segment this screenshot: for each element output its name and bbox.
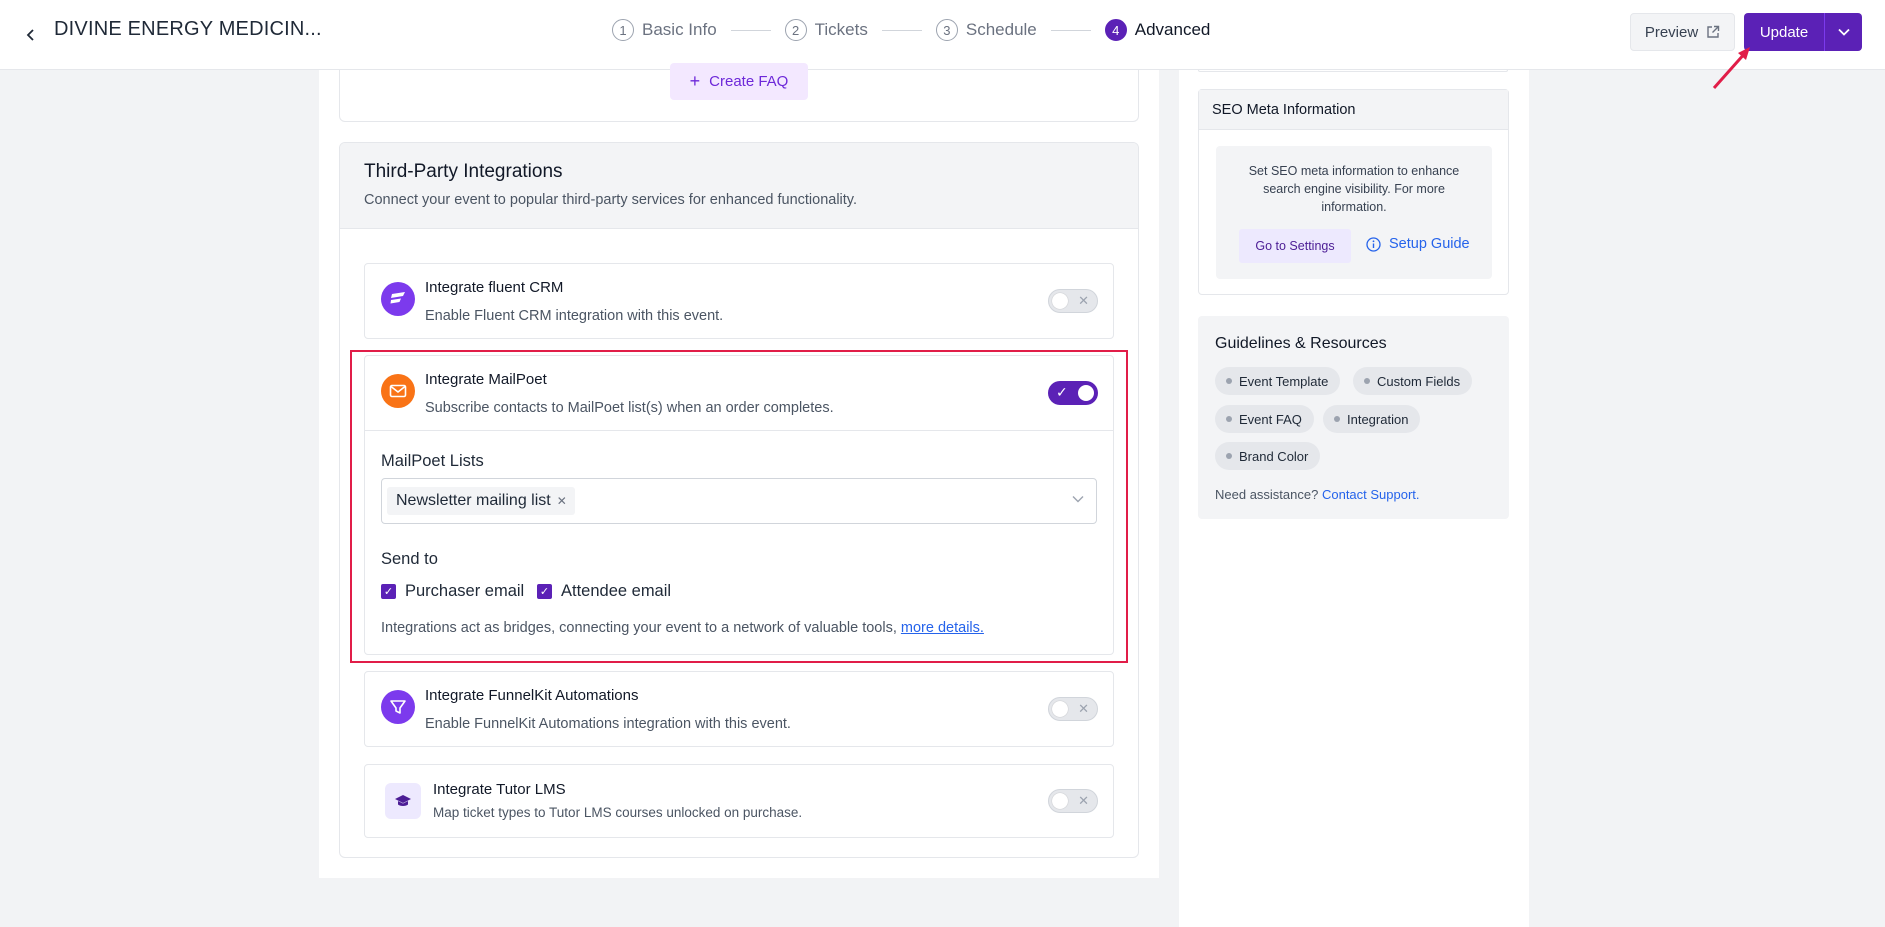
step-label: Advanced [1134,20,1211,39]
chip-custom-fields[interactable]: Custom Fields [1353,367,1473,395]
close-icon: ✕ [1078,293,1089,308]
chip-label: Event FAQ [1239,411,1302,427]
tutor-lms-toggle[interactable]: ✕ [1048,789,1098,813]
chip-label: Integration [1347,411,1409,427]
step-connector [881,29,922,31]
seo-meta-card: SEO Meta Information Set SEO meta inform… [1198,89,1509,295]
close-icon: ✕ [1078,701,1089,716]
step-number: 3 [935,19,958,41]
contact-support-link[interactable]: Contact Support. [1322,487,1420,502]
assistance-text: Need assistance? Contact Support. [1215,487,1420,502]
chip-integration[interactable]: Integration [1323,405,1421,433]
chip-label: Brand Color [1239,448,1309,464]
event-title: DIVINE ENERGY MEDICIN... [54,18,322,40]
chip-event-faq[interactable]: Event FAQ [1215,405,1314,433]
integrations-subtitle: Connect your event to popular third-part… [364,192,857,208]
update-button-group: Update [1744,13,1862,51]
toggle-knob [1052,793,1068,809]
dot-icon [1364,378,1370,384]
integration-funnelkit: Integrate FunnelKit Automations Enable F… [364,671,1114,747]
chip-brand-color[interactable]: Brand Color [1215,442,1321,470]
plus-icon: + [689,71,701,91]
fluent-crm-title: Integrate fluent CRM [425,279,564,296]
integration-fluent-crm: Integrate fluent CRM Enable Fluent CRM i… [364,263,1114,339]
setup-guide-label: Setup Guide [1389,236,1470,252]
back-arrow-icon[interactable] [16,20,46,50]
funnelkit-toggle[interactable]: ✕ [1048,697,1098,721]
close-icon: ✕ [1078,793,1089,808]
tutor-lms-desc: Map ticket types to Tutor LMS courses un… [433,805,803,820]
integrations-header: Third-Party Integrations Connect your ev… [340,143,1138,229]
fluent-crm-desc: Enable Fluent CRM integration with this … [425,308,724,324]
dot-icon [1226,453,1232,459]
step-label: Tickets [814,20,868,39]
step-number: 4 [1104,19,1127,41]
integration-tutor-lms: Integrate Tutor LMS Map ticket types to … [364,764,1114,838]
fluent-crm-toggle[interactable]: ✕ [1048,289,1098,313]
create-faq-label: Create FAQ [709,73,789,90]
funnelkit-title: Integrate FunnelKit Automations [425,687,639,704]
step-advanced[interactable]: 4 Advanced [1104,19,1211,41]
graduation-cap-icon [385,783,421,819]
setup-guide-link[interactable]: Setup Guide [1366,236,1470,252]
seo-meta-title: SEO Meta Information [1199,90,1508,130]
update-dropdown-button[interactable] [1824,13,1862,51]
chip-label: Event Template [1239,373,1329,389]
seo-meta-body: Set SEO meta information to enhance sear… [1216,146,1492,279]
step-schedule[interactable]: 3 Schedule [935,19,1037,41]
step-number: 1 [612,19,634,41]
fluent-crm-icon [381,282,415,316]
dot-icon [1226,378,1232,384]
seo-meta-text: Set SEO meta information to enhance sear… [1248,164,1460,214]
integrations-title: Third-Party Integrations [364,161,563,182]
dot-icon [1334,416,1340,422]
info-icon [1366,236,1381,252]
dot-icon [1226,416,1232,422]
guidelines-card: Guidelines & Resources Event Template Cu… [1198,316,1509,519]
chip-event-template[interactable]: Event Template [1215,367,1341,395]
step-label: Basic Info [642,20,717,39]
guidelines-title: Guidelines & Resources [1215,335,1387,352]
annotation-arrow [1712,47,1750,89]
toggle-knob [1052,293,1068,309]
create-faq-button[interactable]: + Create FAQ [670,63,808,100]
step-basic-info[interactable]: 1 Basic Info [612,19,717,41]
preview-label: Preview [1644,23,1699,41]
step-number: 2 [784,19,807,41]
top-bar: DIVINE ENERGY MEDICIN... 1 Basic Info 2 … [0,0,1885,70]
assist-label: Need assistance? [1215,487,1319,502]
step-wizard: 1 Basic Info 2 Tickets 3 Schedule 4 Adva… [612,19,1210,41]
step-connector [730,29,771,31]
sidebar-card-bottom [1198,70,1508,72]
highlight-box [350,350,1128,663]
go-to-settings-button[interactable]: Go to Settings [1239,229,1351,263]
funnel-icon [381,690,415,724]
chevron-down-icon [1837,28,1850,36]
toggle-knob [1052,701,1068,717]
step-label: Schedule [965,20,1037,39]
step-connector [1050,29,1091,31]
step-tickets[interactable]: 2 Tickets [784,19,868,41]
external-link-icon [1707,25,1720,38]
funnelkit-desc: Enable FunnelKit Automations integration… [425,716,791,732]
tutor-lms-title: Integrate Tutor LMS [433,781,566,798]
chip-label: Custom Fields [1377,373,1461,389]
